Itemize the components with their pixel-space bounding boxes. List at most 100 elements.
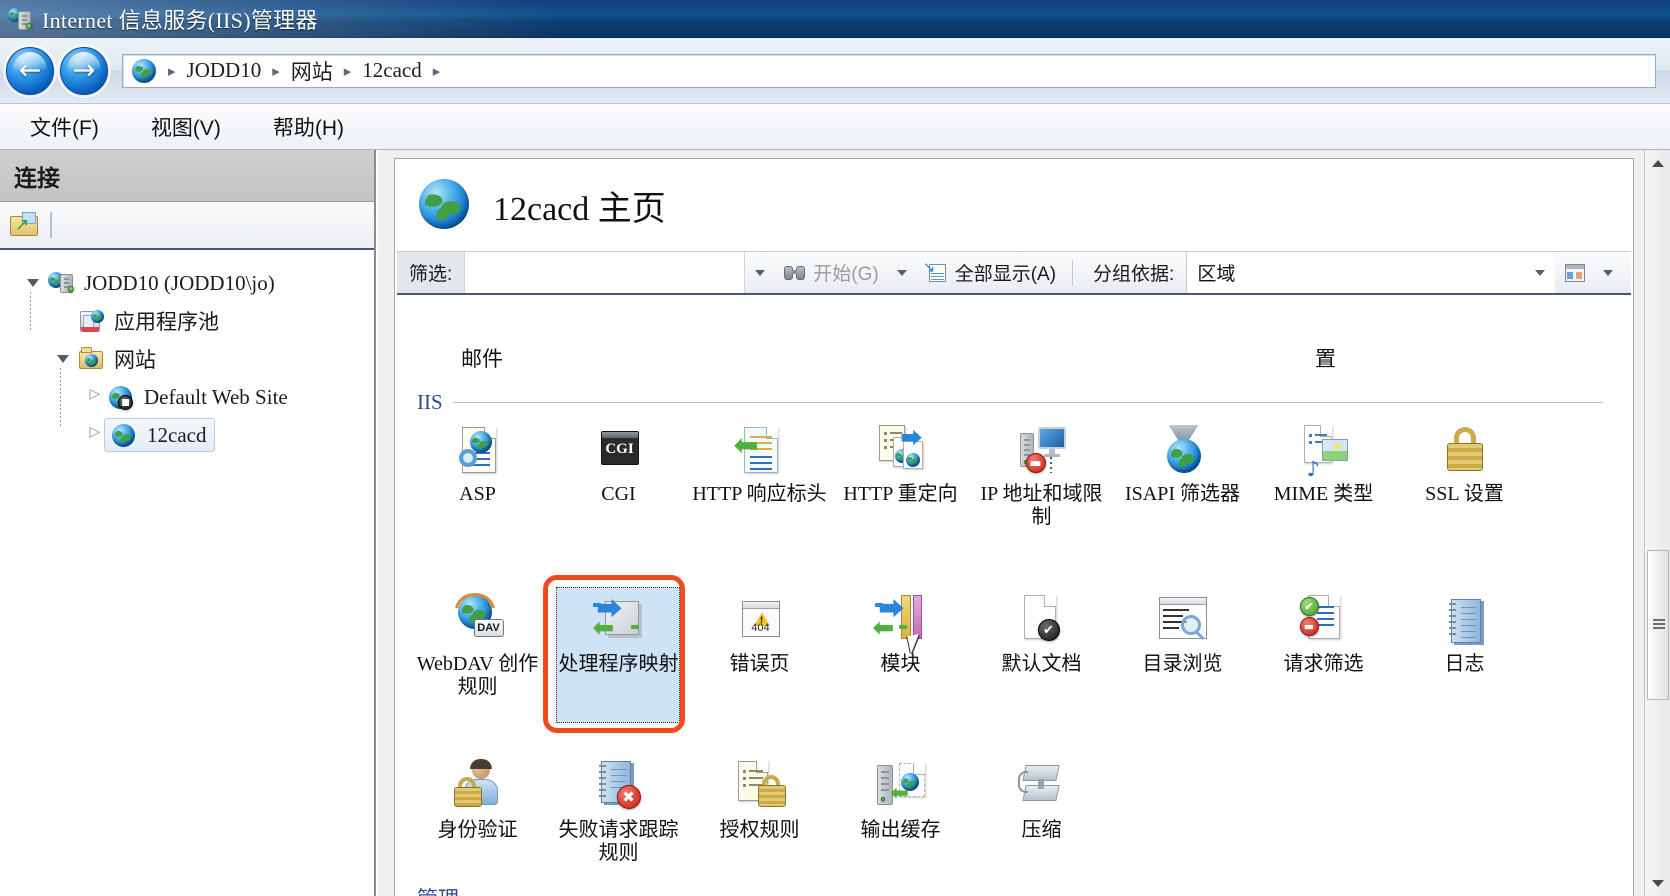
feature-label: SSL 设置: [1425, 483, 1504, 505]
menu-bar: 文件(F) 视图(V) 帮助(H): [0, 104, 1670, 150]
group-by-select[interactable]: 区域: [1186, 252, 1555, 293]
tree-item-12cacd[interactable]: 12cacd: [22, 416, 374, 454]
chevron-down-icon[interactable]: [1603, 269, 1613, 276]
feature-authorization-rules[interactable]: 授权规则: [689, 753, 830, 865]
back-button[interactable]: ←: [6, 46, 54, 95]
feature-directory-browsing[interactable]: 目录浏览: [1112, 587, 1253, 699]
feature-label: 默认文档: [1001, 653, 1082, 675]
feature-ssl-settings[interactable]: SSL 设置: [1394, 417, 1535, 529]
expander-expanded-icon[interactable]: [52, 355, 74, 363]
chevron-down-icon[interactable]: [1535, 269, 1545, 276]
chevron-down-icon: [1652, 879, 1664, 887]
feature-failed-request-tracing-rules[interactable]: ✖ 失败请求跟踪规则: [548, 753, 689, 865]
breadcrumb-separator[interactable]: ▸: [269, 62, 283, 80]
page-title: 12cacd 主页: [493, 190, 666, 228]
scrollbar-thumb[interactable]: [1647, 550, 1669, 700]
menu-view[interactable]: 视图(V): [145, 109, 227, 145]
show-all-label: 全部显示(A): [954, 264, 1057, 285]
asp-icon: [450, 423, 506, 479]
feature-cgi[interactable]: CGI CGI: [548, 417, 689, 529]
breadcrumb-item-site[interactable]: 12cacd: [356, 56, 427, 85]
ssl-settings-icon: [1437, 423, 1493, 479]
forward-button[interactable]: →: [60, 46, 108, 95]
feature-label: MIME 类型: [1273, 483, 1374, 505]
feature-ip-restrictions[interactable]: ▬ IP 地址和域限制: [971, 417, 1112, 529]
navigation-bar: ← → ▸ JODD10 ▸ 网站 ▸ 12cacd ▸: [0, 38, 1670, 104]
feature-default-document[interactable]: ✔ 默认文档: [971, 587, 1112, 699]
tree-item-sites[interactable]: 网站: [22, 340, 374, 378]
breadcrumb[interactable]: ▸ JODD10 ▸ 网站 ▸ 12cacd ▸: [122, 53, 1656, 88]
mime-types-icon: ♪: [1296, 423, 1352, 480]
show-all-button[interactable]: ↘ 全部显示(A): [917, 252, 1064, 293]
webdav-authoring-rules-icon: DAV: [450, 593, 506, 649]
tree-item-app-pools[interactable]: 应用程序池: [22, 292, 374, 340]
window-title: Internet 信息服务(IIS)管理器: [42, 7, 318, 33]
menu-help[interactable]: 帮助(H): [267, 109, 350, 145]
feature-mime-types[interactable]: ♪ MIME 类型: [1253, 417, 1394, 529]
feature-logging[interactable]: 日志: [1394, 587, 1535, 699]
breadcrumb-item-sites[interactable]: 网站: [285, 54, 339, 88]
breadcrumb-separator[interactable]: ▸: [165, 62, 179, 80]
compression-icon: [1014, 759, 1070, 815]
filter-input[interactable]: [465, 252, 746, 293]
filter-label: 筛选:: [397, 252, 466, 293]
group-by-value: 区域: [1197, 264, 1236, 285]
feature-label: 错误页: [729, 653, 790, 675]
feature-label: WebDAV 创作规则: [416, 653, 539, 698]
section-iis: IIS ASP CGI CGI ⬅ HTTP 响应标头 ⮕ HTTP 重定向 ▬…: [397, 387, 1631, 865]
sites-folder-icon: [78, 346, 106, 372]
feature-label: 身份验证: [437, 819, 518, 841]
logging-icon: [1437, 593, 1493, 649]
page-header: 12cacd 主页: [395, 159, 1633, 251]
feature-label: 日志: [1444, 653, 1485, 675]
feature-compression[interactable]: 压缩: [971, 753, 1112, 865]
view-mode-button[interactable]: [1555, 252, 1631, 293]
server-globe-icon: [48, 270, 76, 296]
breadcrumb-separator[interactable]: ▸: [341, 62, 355, 80]
scroll-down-button[interactable]: [1645, 870, 1670, 896]
expander-collapsed-icon[interactable]: [82, 386, 104, 402]
show-all-icon: ↘: [923, 259, 949, 284]
vertical-scrollbar[interactable]: [1644, 150, 1670, 896]
chevron-down-icon[interactable]: [755, 269, 766, 276]
feature-label: CGI: [601, 483, 636, 505]
breadcrumb-item-server[interactable]: JODD10: [181, 56, 268, 85]
tree-item-default-web-site[interactable]: ■ Default Web Site: [22, 368, 374, 426]
feature-error-pages[interactable]: 404 错误页: [689, 587, 830, 699]
tree-item-server[interactable]: JODD10 (JODD10\jo): [22, 264, 374, 302]
feature-output-caching[interactable]: ⬅ 输出缓存: [830, 753, 971, 865]
feature-modules[interactable]: ⮕ ⬅ 模块: [830, 587, 971, 699]
feature-http-response-headers[interactable]: ⬅ HTTP 响应标头: [689, 417, 830, 529]
expander-collapsed-icon[interactable]: [82, 424, 104, 440]
connect-folder-icon[interactable]: ↗: [10, 212, 40, 238]
back-arrow-icon: ←: [18, 55, 42, 86]
feature-label: 输出缓存: [860, 819, 941, 841]
feature-http-redirect[interactable]: ⮕ HTTP 重定向: [830, 417, 971, 529]
toolbar-divider: [1072, 259, 1074, 286]
section-title-partial: 管理: [417, 883, 459, 896]
scroll-up-button[interactable]: [1645, 150, 1670, 176]
tree-item-label: Default Web Site: [144, 384, 288, 409]
feature-label: IP 地址和域限制: [980, 483, 1103, 528]
menu-file[interactable]: 文件(F): [24, 109, 105, 145]
feature-label: HTTP 响应标头: [692, 483, 827, 505]
breadcrumb-separator[interactable]: ▸: [430, 62, 444, 80]
tree-connector: [30, 292, 31, 330]
feature-asp[interactable]: ASP: [407, 417, 548, 529]
go-button[interactable]: 开始(G): [775, 252, 886, 293]
feature-authentication[interactable]: 身份验证: [407, 753, 548, 865]
app-pool-icon: [78, 308, 106, 334]
tree-item-label: 应用程序池: [114, 310, 219, 334]
feature-webdav-authoring-rules[interactable]: DAV WebDAV 创作规则: [407, 587, 548, 699]
feature-handler-mappings[interactable]: ⮕ ⬅ 处理程序映射: [548, 587, 689, 723]
failed-request-tracing-rules-icon: ✖: [591, 759, 647, 815]
chevron-down-icon[interactable]: [896, 269, 907, 276]
feature-isapi-filters[interactable]: ISAPI 筛选器: [1112, 417, 1253, 529]
expander-expanded-icon[interactable]: [22, 279, 44, 287]
icon-row: 身份验证 ✖ 失败请求跟踪规则 授权规则 ⬅ 输出缓存 压缩: [397, 753, 1631, 865]
tree-selection-box[interactable]: 12cacd: [104, 418, 216, 452]
isapi-filters-icon: [1155, 423, 1211, 479]
feature-icon-grid: 邮件 置 IIS ASP CGI CGI ⬅ HTTP 响应标头 ⮕ HTTP …: [397, 341, 1631, 896]
feature-request-filtering[interactable]: ✔ ▬ 请求筛选: [1253, 587, 1394, 699]
tree-item-label: 12cacd: [147, 422, 207, 447]
